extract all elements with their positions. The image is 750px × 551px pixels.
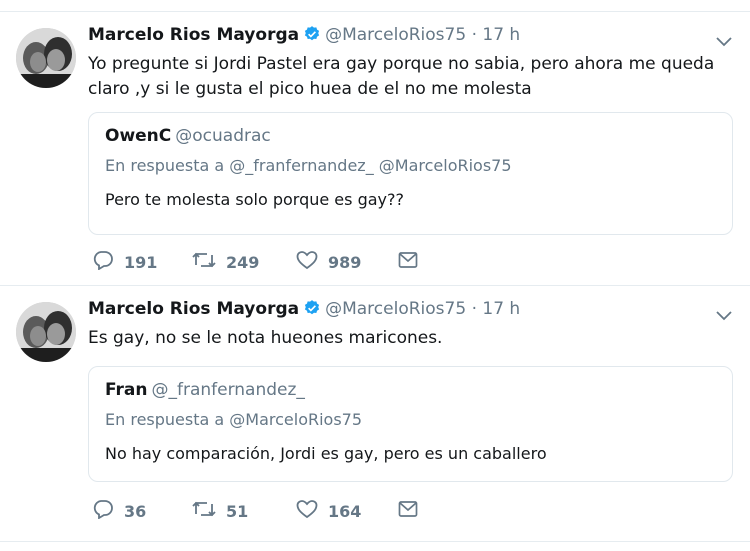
like-count: 989 bbox=[328, 252, 362, 272]
like-button[interactable]: 989 bbox=[296, 250, 361, 274]
tweet-header: Marcelo Rios Mayorga @MarceloRios75 · 17 … bbox=[88, 298, 520, 323]
timeline-top-divider bbox=[0, 0, 750, 12]
author-handle[interactable]: @MarceloRios75 bbox=[325, 25, 466, 45]
author-handle[interactable]: @MarceloRios75 bbox=[325, 299, 466, 319]
author-name[interactable]: Marcelo Rios Mayorga bbox=[88, 299, 299, 319]
verified-badge-icon bbox=[303, 25, 321, 49]
reply-count: 36 bbox=[124, 501, 147, 521]
retweet-icon bbox=[192, 499, 226, 523]
like-button[interactable]: 164 bbox=[296, 499, 361, 523]
retweet-count: 51 bbox=[226, 501, 249, 521]
tweet-timestamp[interactable]: 17 h bbox=[482, 25, 520, 45]
retweet-count: 249 bbox=[226, 252, 260, 272]
quoted-author-name: Fran bbox=[105, 380, 148, 400]
reply-context: En respuesta a @MarceloRios75 bbox=[105, 410, 363, 429]
direct-message-button[interactable] bbox=[398, 250, 428, 274]
quoted-tweet[interactable]: OwenC @ocuadrac En respuesta a @_franfern… bbox=[88, 112, 733, 235]
quoted-author-name: OwenC bbox=[105, 126, 172, 146]
retweet-icon bbox=[192, 250, 226, 274]
reply-button[interactable]: 191 bbox=[92, 250, 157, 274]
retweet-button[interactable]: 51 bbox=[192, 499, 248, 523]
quoted-author-handle: @_franfernandez_ bbox=[151, 380, 305, 400]
tweet-header: Marcelo Rios Mayorga @MarceloRios75 · 17 … bbox=[88, 24, 520, 49]
retweet-button[interactable]: 249 bbox=[192, 250, 259, 274]
quoted-tweet[interactable]: Fran @_franfernandez_ En respuesta a @Mar… bbox=[88, 366, 733, 482]
author-name[interactable]: Marcelo Rios Mayorga bbox=[88, 25, 299, 45]
chevron-down-icon[interactable] bbox=[716, 32, 732, 51]
reply-count: 191 bbox=[124, 252, 158, 272]
heart-icon bbox=[296, 499, 328, 523]
quoted-tweet-text: Pero te molesta solo porque es gay?? bbox=[105, 190, 404, 209]
tweet-text: Yo pregunte si Jordi Pastel era gay porq… bbox=[88, 54, 715, 99]
reply-button[interactable]: 36 bbox=[92, 499, 146, 523]
reply-icon bbox=[92, 499, 124, 523]
avatar[interactable] bbox=[16, 302, 76, 362]
reply-icon bbox=[92, 250, 124, 274]
tweet[interactable]: Marcelo Rios Mayorga @MarceloRios75 · 17 … bbox=[0, 12, 750, 286]
tweet-text: Es gay, no se le nota hueones maricones. bbox=[88, 328, 443, 348]
verified-badge-icon bbox=[303, 299, 321, 323]
quoted-author-handle: @ocuadrac bbox=[175, 126, 271, 146]
quoted-tweet-text: No hay comparación, Jordi es gay, pero e… bbox=[105, 444, 547, 463]
separator-dot: · bbox=[471, 25, 477, 45]
direct-message-button[interactable] bbox=[398, 499, 428, 523]
heart-icon bbox=[296, 250, 328, 274]
like-count: 164 bbox=[328, 501, 362, 521]
reply-context: En respuesta a @_franfernandez_ @Marcelo… bbox=[105, 156, 512, 175]
tweet[interactable]: Marcelo Rios Mayorga @MarceloRios75 · 17 … bbox=[0, 286, 750, 542]
separator-dot: · bbox=[471, 299, 477, 319]
chevron-down-icon[interactable] bbox=[716, 306, 732, 325]
envelope-icon bbox=[398, 500, 428, 522]
avatar[interactable] bbox=[16, 28, 76, 88]
tweet-timestamp[interactable]: 17 h bbox=[482, 299, 520, 319]
envelope-icon bbox=[398, 251, 428, 273]
